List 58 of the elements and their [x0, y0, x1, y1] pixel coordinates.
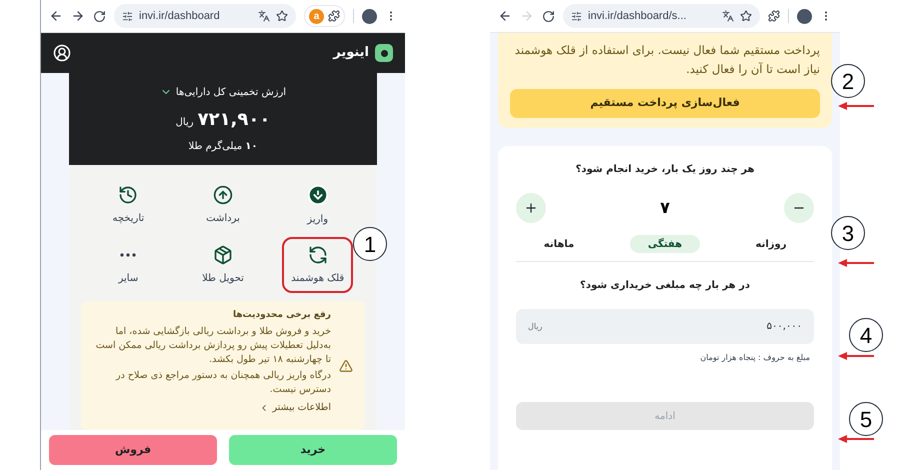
action-item[interactable]: واریز	[282, 177, 353, 233]
notice-text: درگاه واریز ریالی همچنان به دستور مراجع ذی صلاح در دسترس نیست.	[114, 368, 331, 396]
action-item[interactable]: تحویل طلا	[188, 237, 258, 293]
address-bar[interactable]: invi.ir/dashboard/s...	[563, 4, 760, 28]
activate-button[interactable]: فعال‌سازی پرداخت مستقیم	[510, 89, 820, 118]
star-icon[interactable]	[276, 10, 288, 22]
more-icon	[120, 252, 136, 256]
days-value: ۷	[660, 197, 670, 219]
forward-icon[interactable]	[71, 9, 85, 23]
balance-label: ارزش تخمینی کل دارایی‌ها	[176, 86, 286, 100]
action-item[interactable]: تاریخچه	[93, 177, 164, 233]
history-icon	[118, 184, 138, 204]
amount-input[interactable]: ۵۰۰,۰۰۰ ریال	[516, 309, 814, 344]
more-info-link[interactable]: اطلاعات بیشتر	[93, 400, 331, 415]
translate-icon[interactable]	[258, 10, 270, 22]
reload-icon[interactable]	[542, 10, 555, 22]
action-item[interactable]: سایر	[93, 237, 164, 293]
site-settings-icon[interactable]	[571, 10, 582, 22]
reload-icon[interactable]	[93, 10, 106, 22]
download-icon	[306, 184, 329, 206]
package-icon	[213, 244, 234, 264]
currency-label: ریال	[176, 116, 194, 130]
amount-in-words: مبلغ به حروف : پنجاه هزار تومان	[699, 352, 811, 364]
amount-question: در هر بار چه مبلغی خریداری شود؟	[579, 279, 751, 293]
notice-text: پرداخت مستقیم شما فعال نیست. برای استفاده از قلک هوشمند نیاز است تا آن را فعال کنید.	[514, 42, 820, 78]
user-icon[interactable]	[53, 44, 71, 62]
refresh-clock-icon	[308, 244, 328, 264]
url-text: invi.ir/dashboard/s...	[588, 8, 686, 24]
sell-button[interactable]: فروش	[49, 435, 217, 465]
balance-amount: ۷۲۱,۹۰۰	[198, 108, 270, 132]
puzzle-icon[interactable]	[768, 10, 780, 22]
action-item[interactable]: برداشت	[188, 177, 258, 233]
period-tab[interactable]: ماهانه	[524, 235, 594, 253]
brand-name: اینویر	[333, 44, 369, 62]
plus-icon	[524, 201, 538, 215]
translate-icon[interactable]	[722, 10, 734, 22]
buy-button[interactable]: خرید	[229, 435, 397, 465]
notice-text: خرید و فروش طلا و برداشت ریالی بازگشایی شده، اما به‌دلیل تعطیلات پیش رو پردازش برداشت ریالی ممکن است تا چهارشنبه ۱۸ تیر طول بکشد.	[94, 324, 331, 366]
notice-title: رفع برخی محدودیت‌ها	[232, 309, 331, 322]
upload-icon	[213, 184, 234, 204]
weight-text: ۱۰ میلی‌گرم طلا	[188, 139, 258, 154]
warning-icon	[339, 359, 353, 373]
back-icon[interactable]	[49, 9, 63, 23]
period-tab[interactable]: هفتگی	[630, 235, 700, 253]
profile-avatar[interactable]	[797, 8, 812, 24]
url-text: invi.ir/dashboard	[139, 8, 220, 24]
site-settings-icon[interactable]	[122, 10, 133, 22]
frequency-question: هر چند روز یک بار، خرید انجام شود؟	[574, 163, 756, 177]
unit-label: ریال	[528, 320, 542, 332]
profile-avatar[interactable]	[362, 8, 377, 24]
back-icon[interactable]	[498, 9, 512, 23]
address-bar[interactable]: invi.ir/dashboard	[114, 4, 296, 28]
action-item[interactable]: قلک هوشمند	[282, 237, 353, 293]
continue-button: ادامه	[516, 402, 814, 430]
puzzle-icon[interactable]	[328, 10, 340, 22]
logo-icon	[375, 44, 393, 62]
star-icon[interactable]	[740, 10, 752, 22]
period-tab[interactable]: روزانه	[736, 235, 806, 253]
